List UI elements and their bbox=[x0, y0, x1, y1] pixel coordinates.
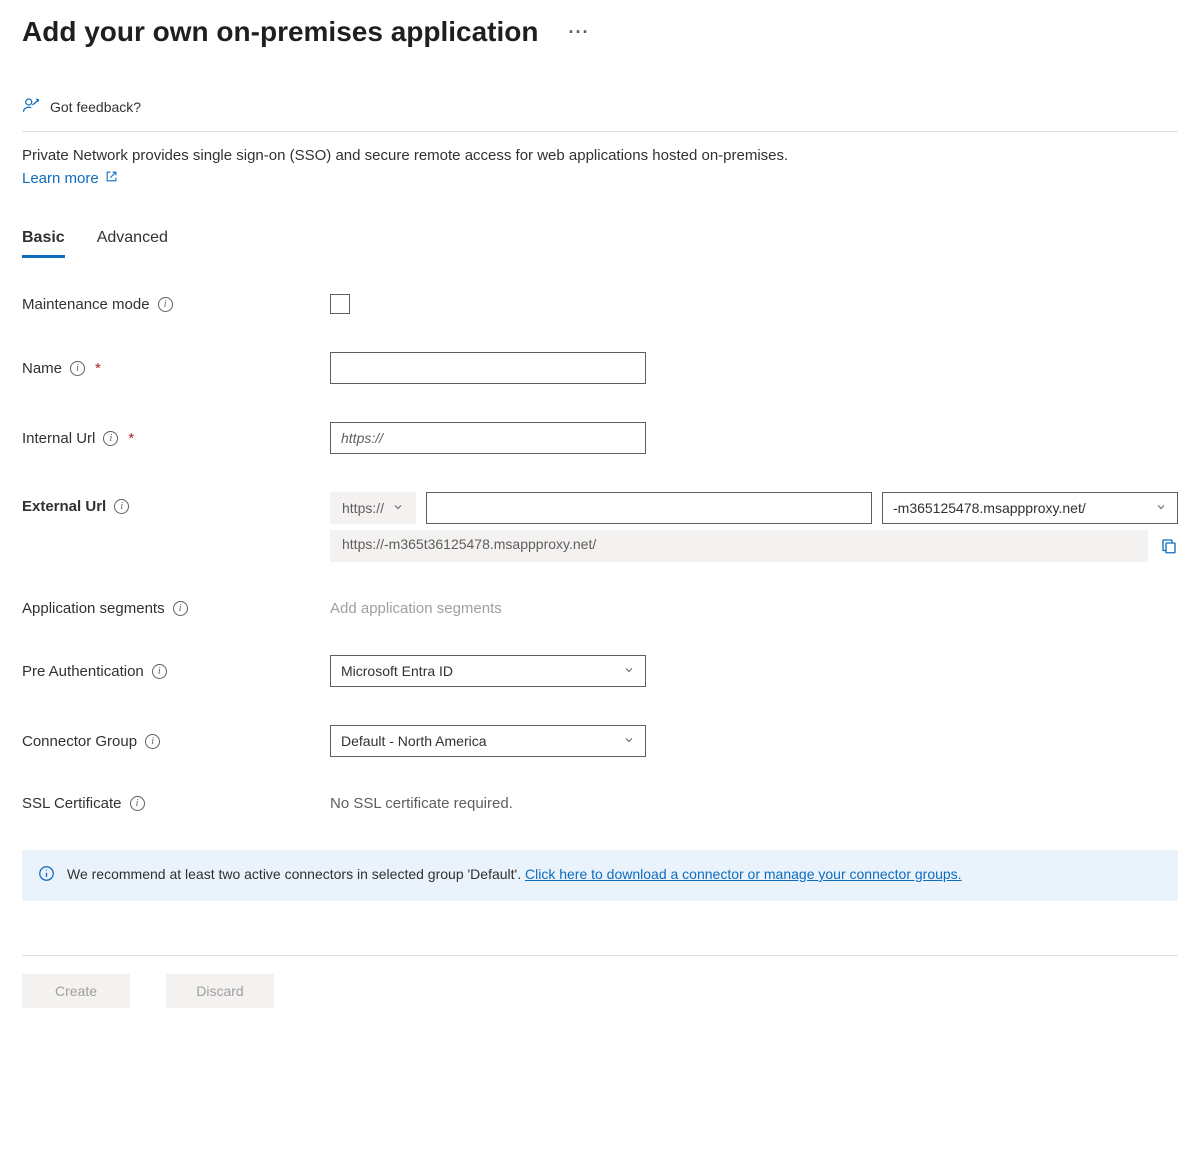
external-url-label-text: External Url bbox=[22, 498, 106, 515]
info-icon[interactable]: i bbox=[70, 361, 85, 376]
pre-auth-label-text: Pre Authentication bbox=[22, 663, 144, 680]
name-input[interactable] bbox=[330, 352, 646, 384]
protocol-value: https:// bbox=[342, 500, 384, 516]
ssl-cert-label-text: SSL Certificate bbox=[22, 795, 122, 812]
app-segments-label: Application segments i bbox=[22, 600, 330, 617]
connector-group-select[interactable]: Default - North America bbox=[330, 725, 646, 757]
chevron-down-icon bbox=[623, 663, 635, 679]
page-title-text: Add your own on-premises application bbox=[22, 16, 539, 48]
required-indicator: * bbox=[128, 430, 134, 447]
pre-auth-value: Microsoft Entra ID bbox=[341, 663, 453, 679]
feedback-icon bbox=[22, 96, 40, 117]
banner-text: We recommend at least two active connect… bbox=[67, 866, 525, 882]
maintenance-mode-checkbox[interactable] bbox=[330, 294, 350, 314]
feedback-label: Got feedback? bbox=[50, 99, 141, 115]
required-indicator: * bbox=[95, 360, 101, 377]
info-icon[interactable]: i bbox=[130, 796, 145, 811]
more-actions-button[interactable]: ··· bbox=[561, 18, 598, 47]
external-url-label: External Url i bbox=[22, 492, 330, 515]
add-app-segments-link[interactable]: Add application segments bbox=[330, 600, 502, 617]
tab-advanced[interactable]: Advanced bbox=[97, 229, 168, 258]
divider bbox=[22, 131, 1178, 132]
learn-more-link[interactable]: Learn more bbox=[22, 170, 118, 187]
intro-text: Private Network provides single sign-on … bbox=[22, 146, 1178, 166]
internal-url-input[interactable] bbox=[330, 422, 646, 454]
chevron-down-icon bbox=[623, 733, 635, 749]
info-icon[interactable]: i bbox=[158, 297, 173, 312]
name-label-text: Name bbox=[22, 360, 62, 377]
info-icon[interactable]: i bbox=[145, 734, 160, 749]
maintenance-mode-label-text: Maintenance mode bbox=[22, 296, 150, 313]
tab-basic[interactable]: Basic bbox=[22, 229, 65, 258]
external-url-host-input[interactable] bbox=[426, 492, 872, 524]
ssl-cert-label: SSL Certificate i bbox=[22, 795, 330, 812]
banner-link[interactable]: Click here to download a connector or ma… bbox=[525, 866, 962, 882]
connector-group-label: Connector Group i bbox=[22, 733, 330, 750]
connector-group-label-text: Connector Group bbox=[22, 733, 137, 750]
info-icon[interactable]: i bbox=[152, 664, 167, 679]
info-icon[interactable]: i bbox=[173, 601, 188, 616]
footer-buttons: Create Discard bbox=[22, 974, 1178, 1008]
feedback-bar[interactable]: Got feedback? bbox=[22, 96, 1178, 131]
internal-url-label: Internal Url i * bbox=[22, 430, 330, 447]
banner-body: We recommend at least two active connect… bbox=[67, 864, 962, 884]
info-icon[interactable]: i bbox=[114, 499, 129, 514]
internal-url-label-text: Internal Url bbox=[22, 430, 95, 447]
external-url-suffix-select[interactable]: -m365125478.msappproxy.net/ bbox=[882, 492, 1178, 524]
create-button[interactable]: Create bbox=[22, 974, 130, 1008]
copy-icon[interactable] bbox=[1160, 537, 1178, 555]
pre-auth-select[interactable]: Microsoft Entra ID bbox=[330, 655, 646, 687]
app-segments-label-text: Application segments bbox=[22, 600, 165, 617]
pre-auth-label: Pre Authentication i bbox=[22, 663, 330, 680]
form-body: Maintenance mode i Name i * Internal Url… bbox=[22, 294, 1178, 901]
info-banner: We recommend at least two active connect… bbox=[22, 850, 1178, 901]
connector-group-value: Default - North America bbox=[341, 733, 487, 749]
ssl-cert-value: No SSL certificate required. bbox=[330, 795, 513, 812]
info-circle-icon bbox=[38, 865, 55, 887]
page-title: Add your own on-premises application ··· bbox=[22, 16, 1178, 48]
tabs: Basic Advanced bbox=[22, 229, 1178, 258]
external-url-readonly: https://-m365t36125478.msappproxy.net/ bbox=[330, 530, 1148, 562]
maintenance-mode-label: Maintenance mode i bbox=[22, 296, 330, 313]
discard-button[interactable]: Discard bbox=[166, 974, 274, 1008]
external-link-icon bbox=[105, 170, 118, 187]
chevron-down-icon bbox=[392, 500, 404, 516]
external-url-protocol-select[interactable]: https:// bbox=[330, 492, 416, 524]
suffix-value: -m365125478.msappproxy.net/ bbox=[893, 500, 1086, 516]
info-icon[interactable]: i bbox=[103, 431, 118, 446]
learn-more-label: Learn more bbox=[22, 170, 99, 187]
footer-divider bbox=[22, 955, 1178, 956]
chevron-down-icon bbox=[1155, 500, 1167, 516]
name-label: Name i * bbox=[22, 360, 330, 377]
